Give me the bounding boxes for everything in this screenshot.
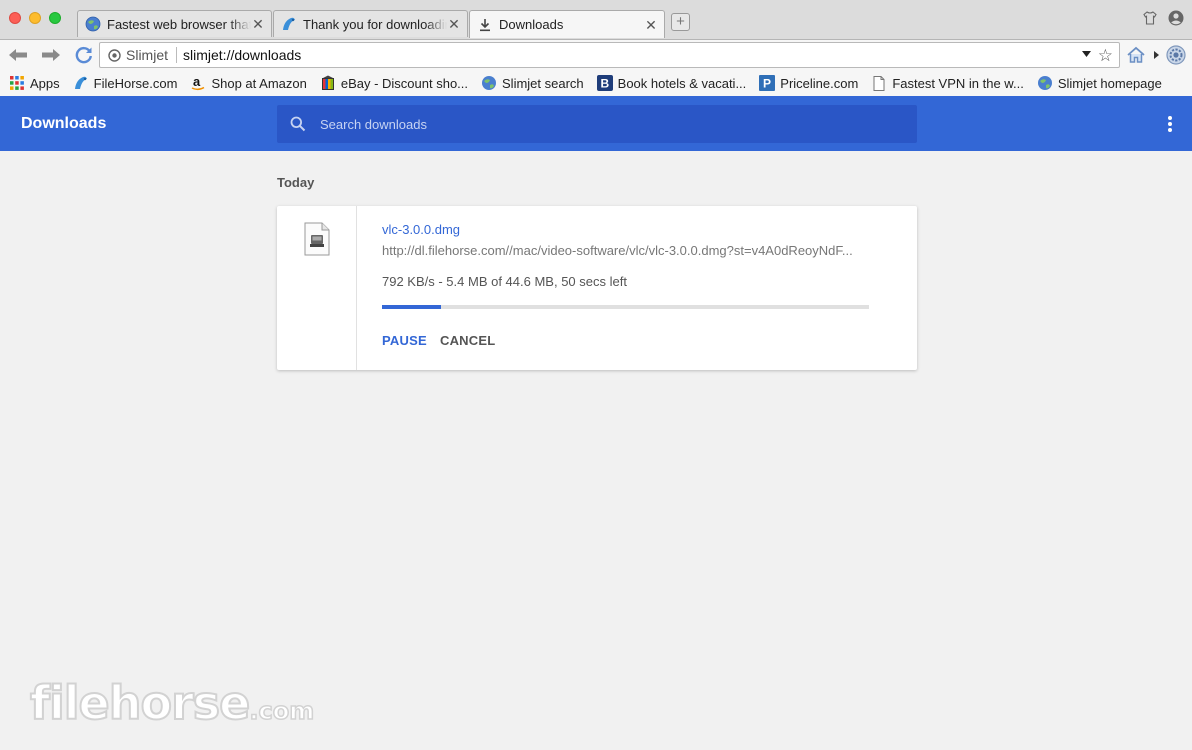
bookmark-label: Fastest VPN in the w...	[892, 75, 1024, 91]
home-menu-arrow-icon[interactable]	[1154, 51, 1159, 59]
amazon-icon: a	[190, 75, 206, 91]
filehorse-watermark: filehorse .com	[29, 675, 315, 731]
ebay-icon	[320, 75, 336, 91]
omnibox-dropdown-icon[interactable]	[1082, 51, 1091, 57]
close-window-button[interactable]	[9, 12, 21, 24]
tab-fastest-browser[interactable]: Fastest web browser that ✕	[77, 10, 272, 37]
bookmark-label: Priceline.com	[780, 75, 859, 91]
bookmark-slimjet-search[interactable]: Slimjet search	[481, 75, 584, 91]
search-icon	[290, 116, 306, 132]
bookmark-label: Book hotels & vacati...	[617, 75, 747, 91]
tab-close-icon[interactable]: ✕	[251, 17, 265, 31]
bookmark-fastest-vpn[interactable]: Fastest VPN in the w...	[871, 75, 1024, 91]
bookmark-ebay[interactable]: eBay - Discount sho...	[320, 75, 468, 91]
progress-bar-fill	[382, 305, 441, 309]
globe-icon	[481, 75, 497, 91]
browser-toolbar: Slimjet slimjet://downloads ☆	[0, 39, 1192, 70]
home-icon	[1127, 46, 1145, 63]
progress-bar	[382, 305, 869, 309]
search-bar[interactable]	[277, 105, 917, 143]
site-info-icon[interactable]	[108, 48, 121, 62]
bookmark-label: Slimjet homepage	[1057, 75, 1162, 91]
file-icon-column	[277, 206, 357, 370]
omnibox-separator	[176, 47, 178, 63]
page-icon	[871, 75, 887, 91]
bookmarks-bar: Apps FileHorse.com a Shop at Amazon eBay…	[0, 70, 1192, 96]
minimize-window-button[interactable]	[29, 12, 41, 24]
bookmark-label: Apps	[30, 75, 60, 91]
cancel-button[interactable]: CANCEL	[440, 333, 495, 348]
filehorse-icon	[281, 16, 297, 32]
watermark-text: filehorse	[29, 675, 251, 731]
file-icon	[304, 222, 330, 256]
bookmark-star-icon[interactable]: ☆	[1098, 46, 1113, 66]
globe-icon	[85, 16, 101, 32]
svg-text:B: B	[600, 77, 609, 91]
bookmark-filehorse[interactable]: FileHorse.com	[73, 75, 178, 91]
new-tab-button[interactable]: +	[671, 13, 690, 31]
tab-close-icon[interactable]: ✕	[644, 18, 658, 32]
tab-title: Fastest web browser that	[107, 16, 251, 32]
shirt-icon[interactable]	[1142, 10, 1158, 26]
forward-arrow-icon	[42, 49, 60, 61]
search-input[interactable]	[320, 116, 880, 132]
apps-grid-icon	[9, 75, 25, 91]
downloads-header: Downloads	[0, 96, 1192, 151]
pause-button[interactable]: PAUSE	[382, 333, 427, 348]
site-chip-label: Slimjet	[126, 47, 169, 63]
svg-text:P: P	[763, 77, 771, 91]
tab-thank-you[interactable]: Thank you for downloading ✕	[273, 10, 468, 37]
address-bar[interactable]: Slimjet slimjet://downloads ☆	[99, 42, 1120, 68]
watermark-suffix: .com	[249, 696, 315, 726]
bookmark-apps[interactable]: Apps	[9, 75, 60, 91]
bookmark-amazon[interactable]: a Shop at Amazon	[190, 75, 307, 91]
file-source-url[interactable]: http://dl.filehorse.com//mac/video-softw…	[382, 243, 870, 258]
bookmark-label: Shop at Amazon	[211, 75, 307, 91]
tab-title: Downloads	[499, 17, 564, 32]
bookmark-slimjet-homepage[interactable]: Slimjet homepage	[1037, 75, 1162, 91]
download-icon	[477, 17, 493, 33]
bookmark-label: eBay - Discount sho...	[340, 75, 469, 91]
bookmark-booking[interactable]: B Book hotels & vacati...	[596, 75, 747, 91]
tab-strip: Fastest web browser that ✕ Thank you for…	[0, 0, 1192, 40]
filehorse-icon	[73, 75, 89, 91]
account-icon[interactable]	[1168, 10, 1184, 26]
more-options-icon[interactable]	[1168, 116, 1172, 132]
zoom-window-button[interactable]	[49, 12, 61, 24]
url-text[interactable]: slimjet://downloads	[183, 47, 301, 63]
priceline-icon: P	[759, 75, 776, 91]
page-title: Downloads	[21, 115, 107, 132]
back-button[interactable]	[7, 45, 29, 65]
booking-icon: B	[596, 75, 613, 91]
file-name-link[interactable]: vlc-3.0.0.dmg	[382, 222, 460, 237]
globe-icon	[1037, 75, 1053, 91]
svg-text:a: a	[193, 75, 201, 89]
home-button[interactable]	[1126, 45, 1146, 65]
back-arrow-icon	[9, 49, 27, 61]
tab-downloads[interactable]: Downloads ✕	[469, 10, 665, 38]
download-status-text: 792 KB/s - 5.4 MB of 44.6 MB, 50 secs le…	[382, 274, 627, 289]
download-item: vlc-3.0.0.dmg http://dl.filehorse.com//m…	[277, 206, 917, 370]
bookmark-priceline[interactable]: P Priceline.com	[759, 75, 858, 91]
bookmark-label: Slimjet search	[502, 75, 584, 91]
bookmark-label: FileHorse.com	[93, 75, 178, 91]
date-heading: Today	[277, 175, 315, 190]
reload-icon	[75, 46, 92, 64]
forward-button[interactable]	[40, 45, 62, 65]
tab-title: Thank you for downloading	[303, 16, 447, 32]
tab-close-icon[interactable]: ✕	[447, 17, 461, 31]
settings-gear-icon[interactable]	[1165, 44, 1187, 66]
reload-button[interactable]	[73, 45, 95, 65]
